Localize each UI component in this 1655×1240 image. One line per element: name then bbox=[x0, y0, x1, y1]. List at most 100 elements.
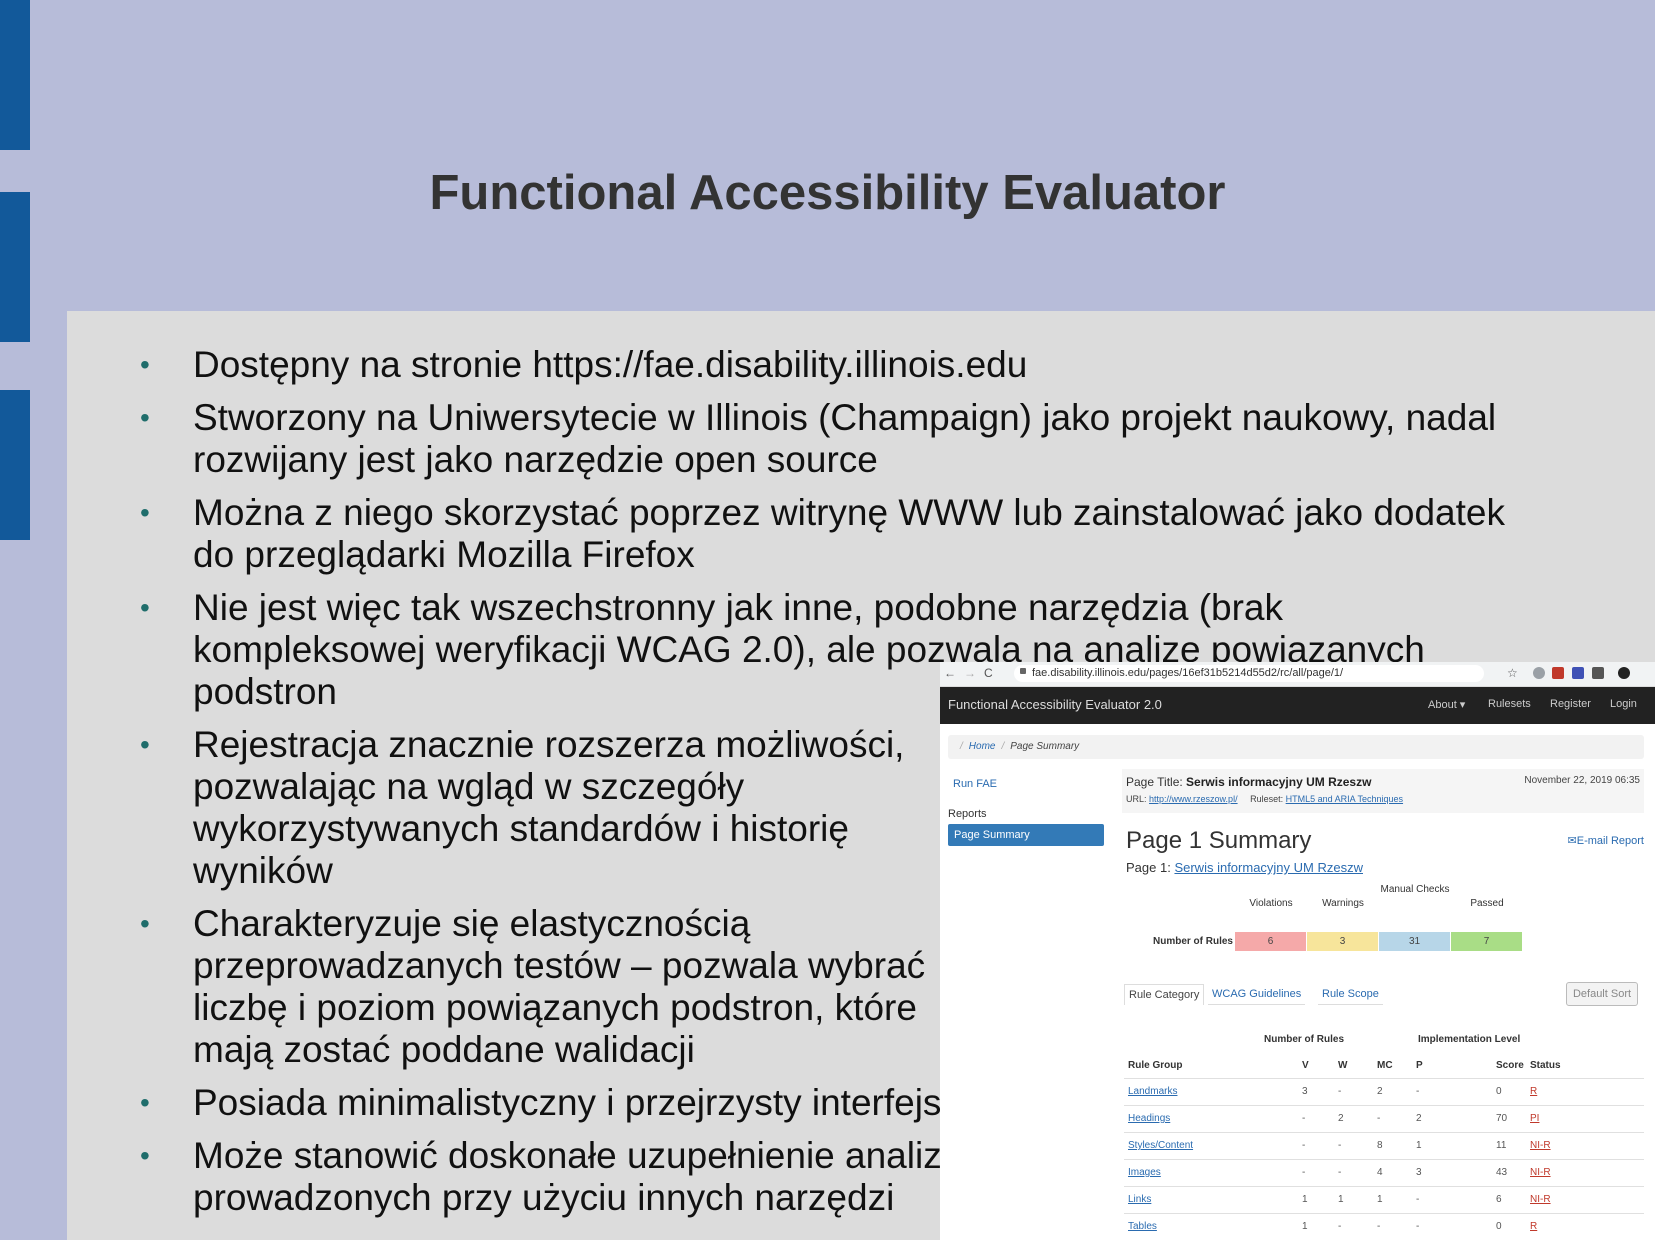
star-icon[interactable]: ☆ bbox=[1507, 666, 1518, 680]
breadcrumb-current: Page Summary bbox=[1010, 741, 1080, 752]
table-cell: - bbox=[1377, 1113, 1381, 1124]
reload-icon[interactable]: C bbox=[984, 666, 993, 680]
summary-header: Violations bbox=[1249, 898, 1293, 909]
bullet-line: mają zostać poddane walidacji bbox=[193, 1029, 695, 1070]
bullet-line: Nie jest więc tak wszechstronny jak inne… bbox=[193, 587, 1284, 628]
bullet-line: do przeglądarki Mozilla Firefox bbox=[193, 534, 695, 575]
bullet-line: Posiada minimalistyczny i przejrzysty in… bbox=[193, 1082, 942, 1123]
lock-icon bbox=[1020, 668, 1026, 674]
summary-count: 3 bbox=[1307, 932, 1378, 951]
summary-count: 6 bbox=[1235, 932, 1306, 951]
table-column-header: P bbox=[1416, 1060, 1423, 1071]
status-link[interactable]: NI-R bbox=[1530, 1140, 1551, 1151]
back-icon[interactable]: ← bbox=[944, 666, 956, 680]
summary-count: 7 bbox=[1451, 932, 1522, 951]
table-cell: - bbox=[1338, 1221, 1342, 1232]
table-cell: - bbox=[1302, 1113, 1306, 1124]
address-bar[interactable]: fae.disability.illinois.edu/pages/16ef31… bbox=[1014, 665, 1484, 682]
table-cell: - bbox=[1416, 1086, 1420, 1097]
table-cell: 8 bbox=[1377, 1140, 1383, 1151]
table-cell: - bbox=[1338, 1086, 1342, 1097]
summary-header: Warnings bbox=[1322, 898, 1364, 909]
nav-about[interactable]: About ▾ bbox=[1428, 698, 1465, 711]
fae-brand[interactable]: Functional Accessibility Evaluator 2.0 bbox=[948, 697, 1162, 712]
sidebar-item-page-summary[interactable]: Page Summary bbox=[948, 824, 1104, 846]
nav-register[interactable]: Register bbox=[1550, 698, 1591, 710]
rule-group-link[interactable]: Landmarks bbox=[1128, 1086, 1177, 1097]
rule-group-link[interactable]: Links bbox=[1128, 1194, 1151, 1205]
page-title-label: Page Title: bbox=[1126, 775, 1183, 789]
summary-header: Manual Checks bbox=[1380, 884, 1450, 895]
run-fae-link[interactable]: Run FAE bbox=[953, 778, 997, 790]
status-link[interactable]: NI-R bbox=[1530, 1167, 1551, 1178]
ruleset-link[interactable]: HTML5 and ARIA Techniques bbox=[1286, 794, 1403, 804]
bullet-line: prowadzonych przy użyciu innych narzędzi bbox=[193, 1177, 895, 1218]
table-cell: 11 bbox=[1496, 1140, 1507, 1151]
bullet-line: liczbę i poziom powiązanych podstron, kt… bbox=[193, 987, 917, 1028]
rule-group-link[interactable]: Images bbox=[1128, 1167, 1161, 1178]
bullet-dot: • bbox=[140, 349, 150, 380]
status-link[interactable]: PI bbox=[1530, 1113, 1539, 1124]
table-cell: 2 bbox=[1416, 1113, 1422, 1124]
table-cell: 1 bbox=[1338, 1194, 1344, 1205]
table-row: Links 1 1 1 - 6 NI-R bbox=[1124, 1186, 1644, 1213]
summary-header: Passed bbox=[1470, 898, 1504, 909]
status-link[interactable]: R bbox=[1530, 1086, 1537, 1097]
rule-group-link[interactable]: Tables bbox=[1128, 1221, 1157, 1232]
extension-icon[interactable] bbox=[1572, 667, 1584, 679]
status-link[interactable]: R bbox=[1530, 1221, 1537, 1232]
page-info-box: Page Title: Serwis informacyjny UM Rzesz… bbox=[1122, 769, 1644, 813]
table-cell: 1 bbox=[1416, 1140, 1422, 1151]
bullet-line: przeprowadzanych testów – pozwala wybrać bbox=[193, 945, 926, 986]
table-cell: 1 bbox=[1302, 1194, 1308, 1205]
bullet-dot: • bbox=[140, 402, 150, 433]
status-link[interactable]: NI-R bbox=[1530, 1194, 1551, 1205]
bullet-line: Dostępny na stronie https://fae.disabili… bbox=[193, 344, 1028, 385]
report-date: November 22, 2019 06:35 bbox=[1524, 775, 1640, 786]
table-cell: 1 bbox=[1377, 1194, 1383, 1205]
url-label: URL: bbox=[1126, 794, 1147, 804]
tab-rule-category[interactable]: Rule Category bbox=[1124, 984, 1205, 1005]
table-column-header: Status bbox=[1530, 1060, 1561, 1071]
table-column-header: V bbox=[1302, 1060, 1309, 1071]
default-sort-button[interactable]: Default Sort bbox=[1566, 982, 1638, 1006]
table-column-header: Score bbox=[1496, 1060, 1524, 1071]
summary-count: 31 bbox=[1379, 932, 1450, 951]
document-extension-icon[interactable] bbox=[1592, 667, 1604, 679]
tab-rule-scope[interactable]: Rule Scope bbox=[1318, 984, 1383, 1005]
table-cell: 6 bbox=[1496, 1194, 1502, 1205]
bullet-dot: • bbox=[140, 729, 150, 760]
forward-icon[interactable]: → bbox=[964, 666, 976, 680]
bullet-item: • Dostępny na stronie https://fae.disabil… bbox=[67, 344, 1505, 386]
table-cell: - bbox=[1377, 1221, 1381, 1232]
bullet-line: Rejestracja znacznie rozszerza możliwośc… bbox=[193, 724, 905, 765]
page-line: Page 1: Serwis informacyjny UM Rzeszw bbox=[1126, 860, 1363, 875]
page-link[interactable]: Serwis informacyjny UM Rzeszw bbox=[1174, 860, 1363, 875]
table-cell: - bbox=[1338, 1167, 1342, 1178]
table-row: Headings - 2 - 2 70 PI bbox=[1124, 1105, 1644, 1132]
email-report-link[interactable]: ✉E-mail Report bbox=[1568, 834, 1644, 847]
extension-icon[interactable] bbox=[1533, 667, 1545, 679]
page-title-value: Serwis informacyjny UM Rzeszw bbox=[1186, 775, 1372, 789]
tab-wcag-guidelines[interactable]: WCAG Guidelines bbox=[1208, 984, 1306, 1005]
rule-group-link[interactable]: Headings bbox=[1128, 1113, 1170, 1124]
url-link[interactable]: http://www.rzeszow.pl/ bbox=[1149, 794, 1238, 804]
table-cell: - bbox=[1302, 1167, 1306, 1178]
nav-rulesets[interactable]: Rulesets bbox=[1488, 698, 1531, 710]
pdf-extension-icon[interactable] bbox=[1552, 667, 1564, 679]
avatar[interactable] bbox=[1618, 667, 1630, 679]
bullet-dot: • bbox=[140, 592, 150, 623]
bullet-line: Stworzony na Uniwersytecie w Illinois (C… bbox=[193, 397, 1497, 438]
breadcrumb-home[interactable]: Home bbox=[969, 741, 996, 752]
bullet-dot: • bbox=[140, 908, 150, 939]
table-cell: 4 bbox=[1377, 1167, 1383, 1178]
fae-navbar: Functional Accessibility Evaluator 2.0 A… bbox=[940, 687, 1655, 724]
nav-login[interactable]: Login bbox=[1610, 698, 1637, 710]
breadcrumb-separator: / bbox=[1001, 741, 1005, 752]
browser-toolbar: ← → C fae.disability.illinois.edu/pages/… bbox=[940, 662, 1655, 687]
bullet-line: Charakteryzuje się elastycznością bbox=[193, 903, 751, 944]
bullet-dot: • bbox=[140, 497, 150, 528]
table-column-header: W bbox=[1338, 1060, 1348, 1071]
table-cell: 1 bbox=[1302, 1221, 1308, 1232]
rule-group-link[interactable]: Styles/Content bbox=[1128, 1140, 1193, 1151]
